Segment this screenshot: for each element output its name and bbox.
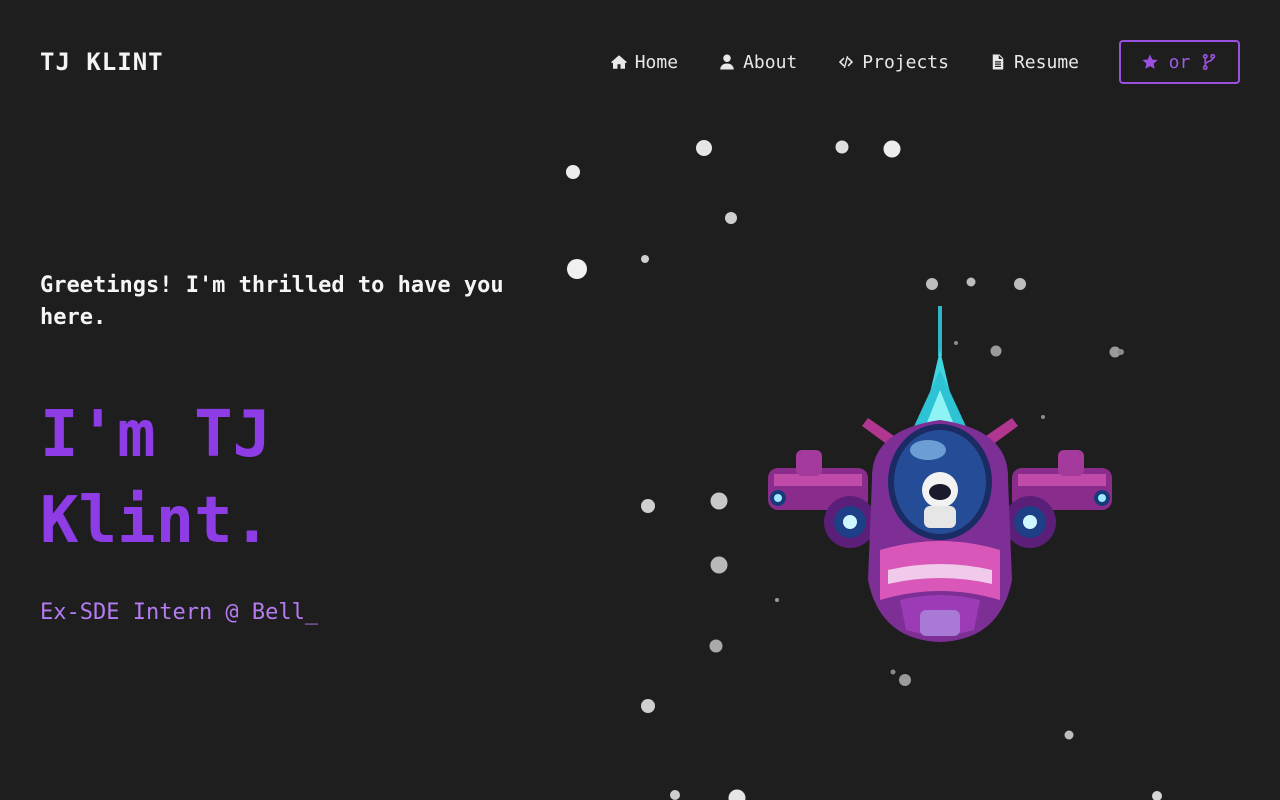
page: TJ KLINT Home About Projects Resume or G… — [0, 0, 1280, 800]
star — [641, 255, 649, 263]
star — [728, 789, 746, 800]
nav-about[interactable]: About — [718, 52, 797, 73]
spaceship-illustration — [768, 306, 1112, 642]
star-icon — [1142, 54, 1158, 69]
star — [1014, 278, 1026, 290]
nav-resume-label: Resume — [1013, 51, 1079, 73]
home-icon — [610, 55, 627, 69]
nav-home[interactable]: Home — [610, 52, 678, 73]
nav-about-label: About — [743, 51, 798, 73]
star — [883, 140, 901, 158]
user-icon — [720, 54, 734, 70]
hero-name: I'm TJ Klint. — [40, 398, 272, 558]
star — [641, 499, 655, 513]
star — [1064, 730, 1074, 740]
greeting-text: Greetings! I'm thrilled to have you here… — [40, 273, 504, 330]
star — [966, 277, 976, 287]
fork-icon — [1203, 53, 1216, 71]
star — [835, 140, 849, 154]
file-icon — [992, 54, 1004, 70]
main-nav: Home About Projects Resume or — [610, 40, 1240, 84]
nav-projects-label: Projects — [862, 51, 949, 73]
star — [641, 699, 655, 713]
star — [567, 259, 587, 279]
star — [1152, 791, 1162, 800]
nav-resume[interactable]: Resume — [989, 52, 1079, 73]
nav-home-label: Home — [634, 51, 679, 73]
github-star-fork-button[interactable]: or — [1119, 40, 1240, 84]
star — [725, 212, 737, 224]
code-icon — [839, 56, 854, 68]
hero-subtitle: Ex-SDE Intern @ Bell_ — [40, 600, 319, 625]
star — [890, 669, 896, 675]
star — [710, 556, 728, 574]
star — [709, 639, 723, 653]
brand-logo[interactable]: TJ KLINT — [40, 48, 164, 76]
star — [926, 278, 938, 290]
github-button-separator: or — [1168, 51, 1191, 73]
star — [696, 140, 712, 156]
nav-projects[interactable]: Projects — [837, 52, 949, 73]
star — [566, 165, 580, 179]
star — [670, 790, 680, 800]
star — [899, 674, 911, 686]
star — [710, 492, 728, 510]
